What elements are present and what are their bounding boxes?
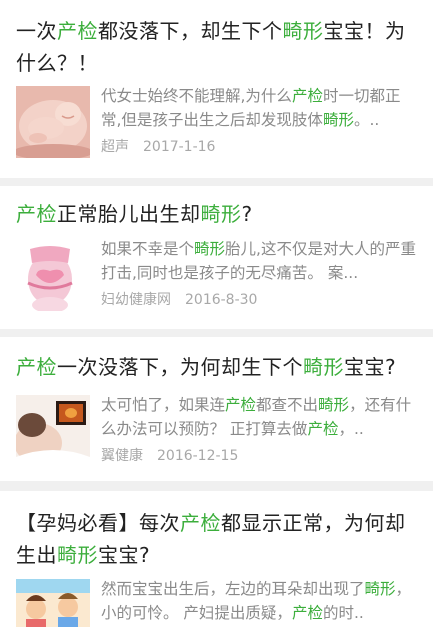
highlighted-keyword: 产检	[291, 604, 323, 622]
article-card[interactable]: 产检一次没落下，为何却生下个畸形宝宝? 太可怕了，如果连产检都查不出畸形，还有什…	[0, 337, 433, 481]
text-segment: 【孕妈必看】每次	[16, 511, 180, 535]
highlighted-keyword: 畸形	[318, 396, 350, 414]
highlighted-keyword: 畸形	[322, 111, 354, 129]
text-segment: 太可怕了，如果连	[101, 396, 226, 414]
text-segment: 宝宝?	[98, 543, 151, 567]
text-segment: 一次没落下，为何却生下个	[57, 355, 303, 379]
text-segment: 正常胎儿出生却	[57, 202, 201, 226]
article-card[interactable]: 【孕妈必看】每次产检都显示正常，为何却生出畸形宝宝? 然而宝宝出生后，左边的耳朵…	[0, 491, 433, 627]
highlighted-keyword: 畸形	[194, 240, 226, 258]
article-source: 妇幼健康网	[101, 292, 171, 308]
article-source: 翼健康	[101, 448, 143, 464]
highlighted-keyword: 产检	[57, 19, 98, 43]
article-card[interactable]: 产检正常胎儿出生却畸形? 如果不幸是个畸形胎儿,这不仅是对大人的严重打击,同时也…	[0, 186, 433, 329]
text-segment: ?	[241, 202, 253, 226]
text-segment: 一次	[16, 19, 57, 43]
article-snippet: 太可怕了，如果连产检都查不出畸形，还有什么办法可以预防？ 正打算去做产检，..	[101, 393, 417, 441]
article-title[interactable]: 产检一次没落下，为何却生下个畸形宝宝?	[16, 351, 415, 383]
article-source: 超声	[101, 139, 129, 155]
text-segment: 如果不幸是个	[101, 240, 195, 258]
article-snippet: 代女士始终不能理解,为什么产检时一切都正常,但是孩子出生之后却发现肢体畸形。..	[101, 84, 417, 132]
highlighted-keyword: 产检	[180, 511, 221, 535]
article-meta: 翼健康 2016-12-15	[101, 446, 238, 466]
highlighted-keyword: 产检	[307, 420, 339, 438]
text-segment: 宝宝?	[344, 355, 397, 379]
article-title[interactable]: 【孕妈必看】每次产检都显示正常，为何却生出畸形宝宝?	[16, 507, 415, 571]
article-date: 2016-12-15	[157, 448, 239, 464]
article-card[interactable]: 一次产检都没落下，却生下个畸形宝宝！为什么？！ 代女士始终不能理解,为什么产检时…	[0, 0, 433, 178]
article-thumbnail	[16, 579, 90, 627]
text-segment: 都没落下，却生下个	[98, 19, 283, 43]
text-segment: 然而宝宝出生后，左边的耳朵却出现了	[101, 580, 365, 598]
text-segment: ，..	[338, 420, 364, 438]
highlighted-keyword: 产检	[16, 355, 57, 379]
highlighted-keyword: 畸形	[282, 19, 324, 43]
article-snippet: 如果不幸是个畸形胎儿,这不仅是对大人的严重打击,同时也是孩子的无尽痛苦。 案..…	[101, 237, 417, 285]
article-title[interactable]: 一次产检都没落下，却生下个畸形宝宝！为什么？！	[16, 15, 415, 79]
article-thumbnail	[16, 239, 90, 311]
article-meta: 妇幼健康网 2016-8-30	[101, 290, 257, 310]
text-segment: 都查不出	[256, 396, 319, 414]
highlighted-keyword: 畸形	[364, 580, 396, 598]
highlighted-keyword: 产检	[16, 202, 57, 226]
text-segment: 的时..	[322, 604, 364, 622]
highlighted-keyword: 畸形	[57, 543, 98, 567]
article-thumbnail	[16, 86, 90, 158]
article-title[interactable]: 产检正常胎儿出生却畸形?	[16, 198, 415, 230]
highlighted-keyword: 畸形	[303, 355, 344, 379]
article-date: 2016-8-30	[185, 292, 258, 308]
text-segment: 。..	[353, 111, 380, 129]
highlighted-keyword: 产检	[291, 87, 323, 105]
article-meta: 超声 2017-1-16	[101, 137, 215, 157]
article-date: 2017-1-16	[143, 139, 216, 155]
highlighted-keyword: 产检	[225, 396, 257, 414]
article-snippet: 然而宝宝出生后，左边的耳朵却出现了畸形，小的可怜。 产妇提出质疑，产检的时..	[101, 577, 417, 625]
article-thumbnail	[16, 395, 90, 467]
text-segment: 代女士始终不能理解,为什么	[101, 87, 292, 105]
highlighted-keyword: 畸形	[200, 202, 242, 226]
